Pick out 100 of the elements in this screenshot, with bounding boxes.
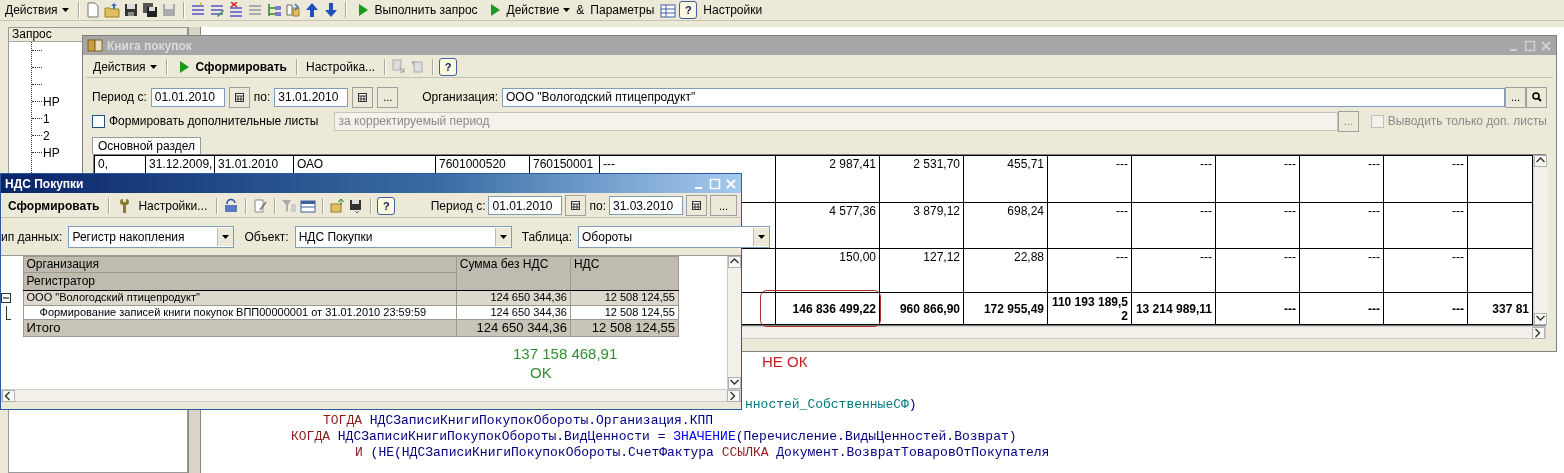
checkbox-label: Формировать дополнительные листы xyxy=(109,114,319,128)
annotation-text: OK xyxy=(530,364,552,381)
list-edit-icon[interactable] xyxy=(208,2,225,18)
code-line: И (НЕ(НДСЗаписиКнигиПокупокОбороты.СчетФактура ССЫЛКА Документ.ВозвратТоваровОтПокупателя xyxy=(355,445,1050,461)
table-cell: --- xyxy=(1383,155,1468,203)
table-icon[interactable] xyxy=(660,2,677,18)
actions-menu[interactable]: Действия xyxy=(90,57,160,76)
table-cell: 337 81 xyxy=(1467,292,1533,325)
arrow-down-icon[interactable] xyxy=(322,2,339,18)
table-cell: 698,24 xyxy=(963,202,1048,249)
more-button[interactable]: ... xyxy=(1505,86,1526,108)
tree-item[interactable]: 1 xyxy=(32,110,50,127)
table-cell: --- xyxy=(1383,248,1468,293)
table-cell: --- xyxy=(1215,155,1300,203)
checkbox-label: Выводить только доп. листы xyxy=(1387,114,1547,128)
table-cell: --- xyxy=(1215,292,1300,325)
book-icon xyxy=(87,37,103,54)
parameters-button[interactable]: Параметры xyxy=(587,1,658,19)
table-cell: --- xyxy=(1047,202,1132,249)
column-header[interactable]: НДС xyxy=(570,256,679,291)
action-menu[interactable]: Действие xyxy=(483,1,574,19)
annotation-text: НЕ ОК xyxy=(762,353,808,370)
code-line: нностей_СобственныеСФ) xyxy=(745,397,917,413)
arrow-up-icon[interactable] xyxy=(303,2,320,18)
table-cell: --- xyxy=(1131,155,1216,203)
table-cell: 960 866,90 xyxy=(879,292,964,325)
tree-item[interactable]: 2 xyxy=(32,127,50,144)
caret-icon[interactable] xyxy=(222,234,230,239)
date-field[interactable]: 01.01.2010 xyxy=(488,196,563,215)
table-cell: --- xyxy=(1383,202,1468,249)
table-cell: 2 531,70 xyxy=(879,155,964,203)
column-header[interactable]: Сумма без НДС xyxy=(456,256,571,291)
folder-arrow-icon[interactable] xyxy=(284,2,301,18)
calendar-button[interactable] xyxy=(228,86,250,108)
caret-icon[interactable] xyxy=(563,8,571,12)
search-button[interactable] xyxy=(1526,86,1547,108)
tree-item[interactable]: НР xyxy=(32,144,60,161)
collapse-icon[interactable] xyxy=(1,292,12,304)
calendar-button[interactable] xyxy=(565,195,587,216)
tab[interactable]: Основной раздел xyxy=(92,137,202,154)
tree-item[interactable]: НР xyxy=(32,93,60,110)
scrollbar[interactable] xyxy=(1,389,741,402)
folder-icon[interactable] xyxy=(103,2,120,18)
table-cell: --- xyxy=(1299,155,1384,203)
column-header[interactable]: Организация xyxy=(23,256,457,273)
scrollbar[interactable] xyxy=(1533,155,1548,325)
more-button[interactable]: ... xyxy=(377,86,399,108)
floppy-disks-icon[interactable] xyxy=(141,2,158,18)
generate-button[interactable]: Сформировать xyxy=(172,57,290,76)
calendar-button[interactable] xyxy=(352,86,374,108)
field-label: по: xyxy=(253,90,271,104)
calendar-button[interactable] xyxy=(686,195,707,216)
settings-button[interactable]: Настройка... xyxy=(303,57,379,76)
dropdown[interactable]: Регистр накопления xyxy=(68,225,235,248)
caret-icon[interactable] xyxy=(149,64,157,69)
help-button[interactable]: ? xyxy=(439,57,458,76)
table-cell: --- xyxy=(1383,292,1468,325)
code-line: ТОГДА НДСЗаписиКнигиПокупокОбороты.Организация.КПП xyxy=(323,413,714,429)
checkbox[interactable] xyxy=(92,114,105,128)
calendar-icon[interactable] xyxy=(571,201,581,210)
caret-icon[interactable] xyxy=(758,234,766,239)
dropdown[interactable]: НДС Покупки xyxy=(294,225,512,248)
save-icon[interactable] xyxy=(122,2,139,18)
calendar-icon[interactable] xyxy=(692,201,701,210)
table-cell: --- xyxy=(1299,248,1384,293)
list-delete-icon[interactable] xyxy=(227,2,244,18)
caret-icon[interactable] xyxy=(61,8,69,12)
table-cell: --- xyxy=(1299,202,1384,249)
parameters-glyph: & xyxy=(576,3,585,17)
table-cell: 455,71 xyxy=(963,155,1048,203)
table-cell: --- xyxy=(1047,155,1132,203)
scrollbar[interactable] xyxy=(727,256,741,389)
date-field[interactable]: 01.01.2010 xyxy=(150,87,225,107)
search-icon[interactable] xyxy=(1531,92,1542,102)
date-field[interactable]: 31.01.2010 xyxy=(274,87,349,107)
document-edit-icon[interactable] xyxy=(252,197,269,214)
table-cell: --- xyxy=(1131,248,1216,293)
calendar-icon[interactable] xyxy=(358,92,368,102)
grid-icon[interactable] xyxy=(300,197,317,214)
dropdown[interactable]: Обороты xyxy=(578,225,771,248)
help-button[interactable]: ? xyxy=(679,1,698,19)
calendar-icon[interactable] xyxy=(234,92,244,102)
settings-button[interactable]: Настройки xyxy=(700,1,766,19)
annotation-text: 137 158 468,91 xyxy=(513,345,618,362)
caret-icon[interactable] xyxy=(499,234,507,239)
table-cell: --- xyxy=(1131,202,1216,249)
help-button[interactable]: ? xyxy=(377,196,396,215)
date-field[interactable]: 31.03.2010 xyxy=(609,196,683,215)
organization-field[interactable]: ООО "Вологодский птицепродукт" xyxy=(502,87,1505,107)
run-query-button[interactable]: Выполнить запрос xyxy=(351,1,481,19)
table-cell: 2 987,41 xyxy=(775,155,880,203)
tree-icon[interactable] xyxy=(265,2,282,18)
table-cell: --- xyxy=(1299,292,1384,325)
table-cell: --- xyxy=(1215,202,1300,249)
list-icon[interactable] xyxy=(189,2,206,18)
table-cell: 127,12 xyxy=(879,248,964,293)
more-button[interactable]: ... xyxy=(710,195,737,216)
field-label: Таблица: xyxy=(521,229,573,244)
actions-menu[interactable]: Действия xyxy=(2,1,72,19)
field-label: Объект: xyxy=(244,229,289,244)
